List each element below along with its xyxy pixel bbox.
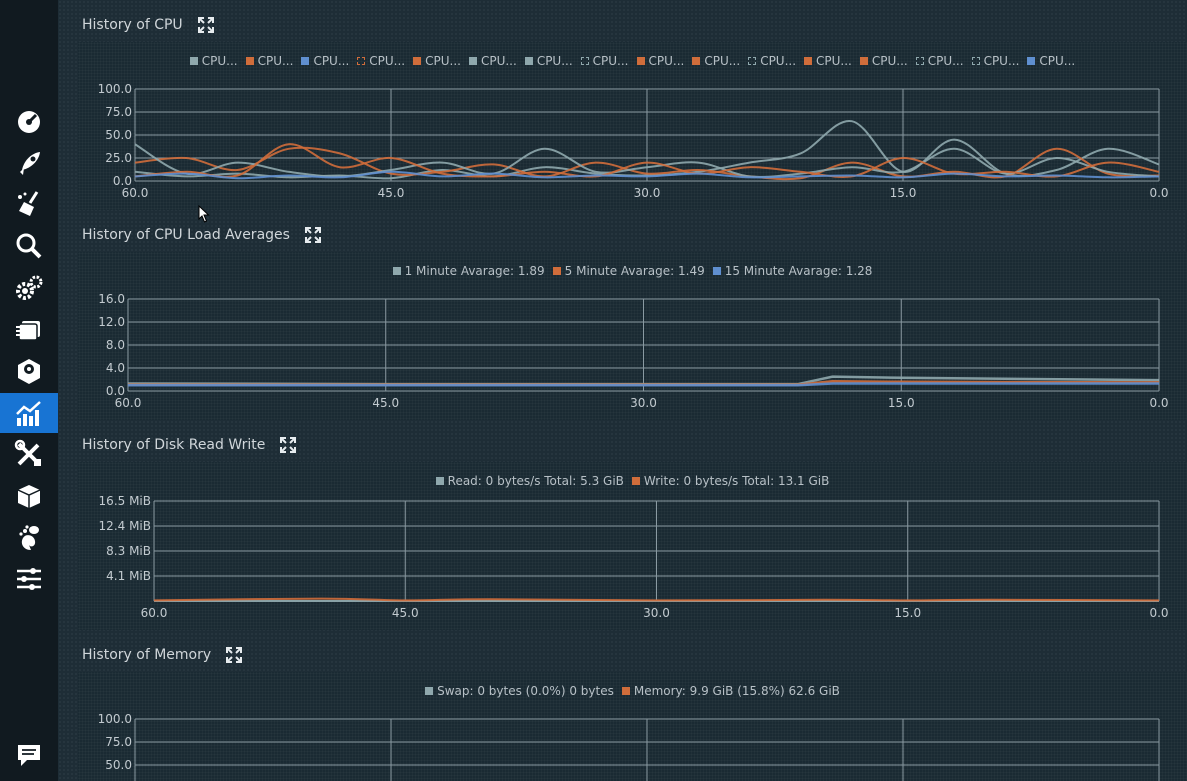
y-tick-label: 4.1 MiB bbox=[106, 569, 151, 583]
section-title-text: History of CPU bbox=[82, 17, 183, 33]
x-tick-label: 15.0 bbox=[894, 606, 921, 620]
y-tick-label: 50.0 bbox=[105, 128, 132, 142]
sidebar-item-search[interactable] bbox=[0, 226, 58, 266]
speedometer-icon bbox=[18, 111, 40, 133]
x-tick-label: 45.0 bbox=[372, 396, 399, 410]
x-tick-label: 0.0 bbox=[1149, 606, 1168, 620]
sliders-icon bbox=[17, 568, 41, 590]
expand-icon[interactable] bbox=[304, 226, 322, 244]
section-title-text: History of Memory bbox=[82, 647, 212, 663]
y-tick-label: 8.3 MiB bbox=[106, 544, 151, 558]
expand-icon[interactable] bbox=[197, 16, 215, 34]
chart-plot: 16.5 MiB 12.4 MiB 8.3 MiB 4.1 MiB 60.0 45.0 30… bbox=[99, 494, 1169, 620]
x-tick-label: 15.0 bbox=[888, 396, 915, 410]
section-title-text: History of CPU Load Averages bbox=[82, 227, 290, 243]
chart-plot: 100.0 75.0 50.0 bbox=[98, 712, 1160, 781]
disk-chart-panel: Read: 0 bytes/s Total: 5.3 GiB Write: 0 b… bbox=[78, 462, 1187, 630]
x-tick-label: 30.0 bbox=[634, 186, 661, 200]
sidebar bbox=[0, 0, 58, 781]
sidebar-item-gears[interactable] bbox=[0, 268, 58, 308]
expand-icon[interactable] bbox=[279, 436, 297, 454]
comment-icon bbox=[18, 745, 40, 766]
sidebar-item-package[interactable] bbox=[0, 476, 58, 516]
y-tick-label: 12.4 MiB bbox=[99, 519, 151, 533]
y-tick-label: 75.0 bbox=[105, 735, 132, 749]
y-tick-label: 8.0 bbox=[106, 338, 125, 352]
y-tick-label: 50.0 bbox=[105, 758, 132, 772]
package-icon bbox=[17, 485, 41, 508]
x-tick-label: 30.0 bbox=[630, 396, 657, 410]
memory-chart-panel: Swap: 0 bytes (0.0%) 0 bytes Memory: 9.9 … bbox=[78, 672, 1187, 781]
y-tick-label: 100.0 bbox=[98, 82, 132, 96]
y-tick-label: 16.5 MiB bbox=[99, 494, 151, 508]
cpu-section-title: History of CPU bbox=[82, 14, 215, 36]
disk-icon bbox=[18, 359, 40, 384]
gnome-icon bbox=[19, 525, 39, 550]
chart-icon bbox=[16, 401, 41, 426]
sidebar-item-disk[interactable] bbox=[0, 351, 58, 391]
y-tick-label: 16.0 bbox=[98, 292, 125, 306]
sidebar-item-comment[interactable] bbox=[0, 735, 58, 775]
y-tick-label: 100.0 bbox=[98, 712, 132, 726]
sidebar-item-broom[interactable] bbox=[0, 184, 58, 224]
memory-section-title: History of Memory bbox=[82, 644, 243, 666]
section-title-text: History of Disk Read Write bbox=[82, 437, 266, 453]
expand-icon[interactable] bbox=[225, 646, 243, 664]
sidebar-item-speedometer[interactable] bbox=[0, 101, 58, 141]
cpu-load-chart-panel: 1 Minute Avarage: 1.89 5 Minute Avarage: … bbox=[78, 252, 1187, 420]
x-tick-label: 60.0 bbox=[122, 186, 149, 200]
sidebar-item-rocket[interactable] bbox=[0, 143, 58, 183]
sidebar-item-sliders[interactable] bbox=[0, 559, 58, 599]
broom-icon bbox=[18, 191, 39, 216]
x-tick-label: 30.0 bbox=[643, 606, 670, 620]
mouse-cursor-icon bbox=[198, 205, 210, 223]
gears-icon bbox=[16, 275, 43, 300]
sidebar-item-chart[interactable] bbox=[0, 393, 58, 433]
tools-icon bbox=[14, 439, 41, 466]
y-tick-label: 4.0 bbox=[106, 361, 125, 375]
x-tick-label: 60.0 bbox=[115, 396, 142, 410]
y-tick-label: 12.0 bbox=[98, 315, 125, 329]
search-icon bbox=[16, 233, 42, 259]
sidebar-item-tools[interactable] bbox=[0, 434, 58, 474]
sidebar-item-stack[interactable] bbox=[0, 310, 58, 350]
disk-section-title: History of Disk Read Write bbox=[82, 434, 297, 456]
sidebar-item-gnome[interactable] bbox=[0, 518, 58, 558]
rocket-icon bbox=[20, 152, 40, 175]
y-tick-label: 75.0 bbox=[105, 105, 132, 119]
cpu-load-section-title: History of CPU Load Averages bbox=[82, 224, 322, 246]
main-content: History of CPU CPU... CPU... CPU... CPU... C… bbox=[58, 0, 1187, 781]
y-tick-label: 25.0 bbox=[105, 151, 132, 165]
chart-plot: 100.075.050.025.00.060.0 45.0 30.0 15.0 0.0 bbox=[98, 82, 1169, 200]
chart-plot: 16.012.08.04.00.060.0 45.0 30.0 15.0 0.0 bbox=[98, 292, 1168, 410]
stack-icon bbox=[16, 321, 40, 341]
x-tick-label: 0.0 bbox=[1149, 396, 1168, 410]
x-tick-label: 45.0 bbox=[392, 606, 419, 620]
x-tick-label: 0.0 bbox=[1149, 186, 1168, 200]
cpu-chart-panel: CPU... CPU... CPU... CPU... CPU... CPU... CPU.… bbox=[78, 42, 1187, 210]
x-tick-label: 60.0 bbox=[141, 606, 168, 620]
x-tick-label: 15.0 bbox=[890, 186, 917, 200]
x-tick-label: 45.0 bbox=[378, 186, 405, 200]
